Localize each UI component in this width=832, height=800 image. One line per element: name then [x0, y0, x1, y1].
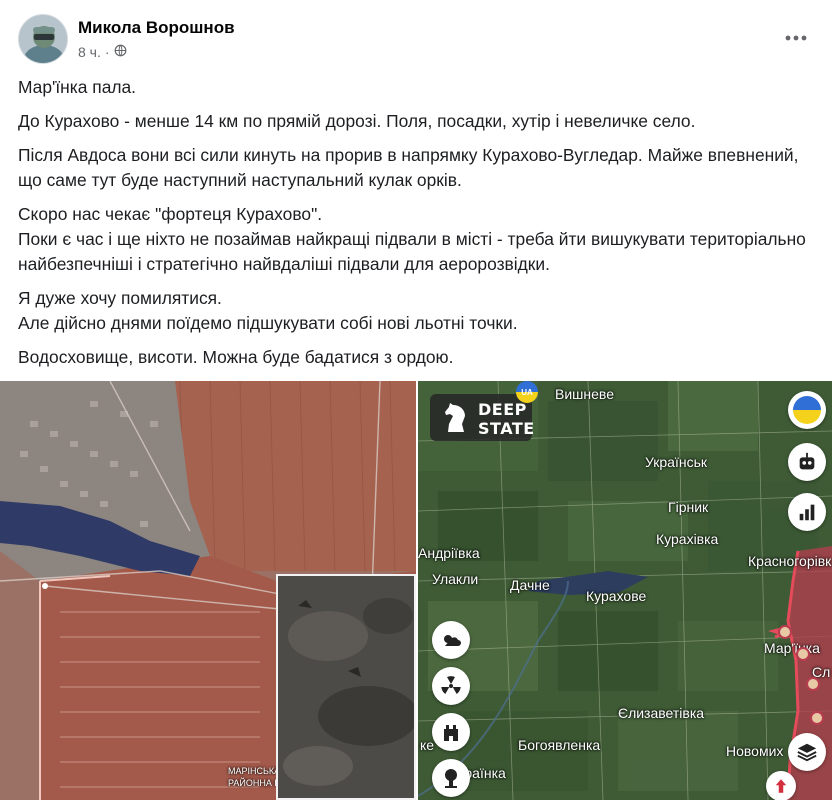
- place-bohoyavlenka: Богоявленка: [518, 737, 601, 753]
- weather-icon: [444, 635, 461, 646]
- place-krasnohorivka: Красногорівк: [748, 553, 832, 569]
- place-vyshneve: Вишневе: [555, 386, 614, 402]
- post-header: Микола Ворошнов 8 ч. ·: [18, 14, 814, 66]
- satellite-image[interactable]: МАРІНСЬКА РАЙОННА РАДА: [0, 381, 416, 800]
- map-label-raion: МАРІНСЬКА: [228, 766, 281, 776]
- bot-button[interactable]: [788, 443, 826, 481]
- post-paragraph: Скоро нас чекає "фортеця Курахово".: [18, 204, 323, 224]
- place-kurakhivka: Курахівка: [656, 531, 719, 547]
- post-paragraph: Але дійсно днями поїдемо підшукувати соб…: [18, 313, 518, 333]
- drone-footage-inset[interactable]: [276, 574, 416, 800]
- post-paragraph: Після Авдоса вони всі сили кинуть на про…: [18, 145, 799, 190]
- place-partial: ке: [420, 737, 435, 753]
- place-yelyzavetivka: Єлизаветівка: [618, 705, 705, 721]
- place-dachne: Дачне: [510, 577, 550, 593]
- scroll-top-button[interactable]: [766, 771, 796, 800]
- more-horizontal-icon: [785, 35, 807, 41]
- ua-badge: UA: [516, 381, 538, 403]
- post-paragraph: Поки є час і ще ніхто не позаймав найкра…: [18, 229, 806, 274]
- post-paragraph: Водосховище, висоти. Можна буде бадатися…: [18, 347, 454, 367]
- weather-button[interactable]: [432, 621, 470, 659]
- post-media: МАРІНСЬКА РАЙОННА РАДА DEEP STATE UA Виш…: [0, 381, 832, 800]
- place-ulakly: Улакли: [432, 571, 479, 587]
- tower-button[interactable]: [432, 713, 470, 751]
- author-name[interactable]: Микола Ворошнов: [78, 18, 235, 38]
- tower-icon: [444, 725, 458, 741]
- post-paragraph: Мар'їнка пала.: [18, 77, 137, 97]
- post-meta: 8 ч. ·: [78, 44, 127, 60]
- explosion-icon: [445, 769, 457, 788]
- place-hirnyk: Гірник: [668, 499, 709, 515]
- deepstate-map[interactable]: DEEP STATE UA Вишневе Українськ Гірник К…: [418, 381, 832, 800]
- layers-button[interactable]: [788, 733, 826, 771]
- globe-icon: [114, 44, 127, 60]
- post-body: Мар'їнка пала. До Курахово - менше 14 км…: [18, 75, 818, 379]
- avatar[interactable]: [18, 14, 68, 64]
- more-options-button[interactable]: [782, 24, 810, 52]
- radiation-icon: [441, 676, 461, 694]
- arrow-up-icon: [775, 779, 787, 793]
- layers-icon: [797, 743, 817, 762]
- place-ukrainsk: Українськ: [645, 454, 708, 470]
- place-kurakhove: Курахове: [586, 588, 647, 604]
- logo-word-deep: DEEP: [478, 400, 527, 419]
- unit-marker-icon[interactable]: [810, 711, 824, 725]
- place-andriivka: Андріївка: [418, 545, 480, 561]
- unit-marker-icon[interactable]: [778, 625, 792, 639]
- knight-icon: [445, 403, 465, 432]
- ukraine-flag-icon: [793, 396, 821, 424]
- radiation-button[interactable]: [432, 667, 470, 705]
- place-marinka: Мар'їнка: [764, 640, 820, 656]
- deepstate-logo: DEEP STATE: [430, 394, 535, 441]
- unit-marker-icon[interactable]: [796, 647, 810, 661]
- place-novomykhailivka: Новомих: [726, 743, 784, 759]
- post-time[interactable]: 8 ч.: [78, 44, 101, 60]
- bar-chart-icon: [799, 504, 815, 521]
- privacy-dot: ·: [104, 44, 110, 60]
- language-button[interactable]: [788, 391, 826, 429]
- unit-marker-icon[interactable]: [806, 677, 820, 691]
- stats-button[interactable]: [788, 493, 826, 531]
- post-paragraph: До Курахово - менше 14 км по прямій доро…: [18, 111, 696, 131]
- robot-icon: [799, 452, 815, 470]
- post-paragraph: Я дуже хочу помилятися.: [18, 288, 222, 308]
- logo-word-state: STATE: [478, 419, 535, 438]
- explosion-button[interactable]: [432, 759, 470, 797]
